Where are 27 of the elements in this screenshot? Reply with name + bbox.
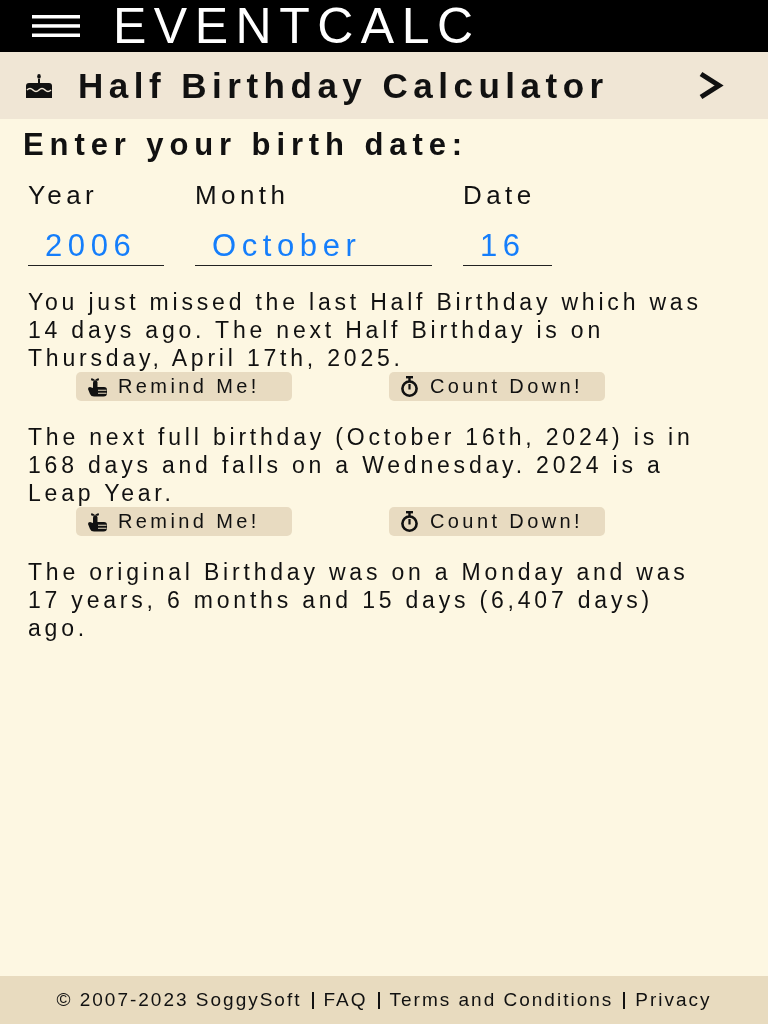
field-label: Date [463, 179, 536, 211]
footer-link[interactable]: Privacy [635, 989, 712, 1011]
footer-link[interactable]: Terms and Conditions [389, 989, 614, 1011]
remind-button[interactable]: Remind Me! [76, 507, 292, 536]
remind-button[interactable]: Remind Me! [76, 372, 292, 401]
copyright-text: © 2007-2023 SoggySoft [56, 989, 302, 1011]
input-field[interactable]: 16 [463, 226, 552, 266]
footer-link[interactable]: FAQ [323, 989, 368, 1011]
countdown-button[interactable]: Count Down! [389, 372, 605, 401]
result-text: You just missed the last Half Birthday which was 14 days ago. The next Half Birthday is on Thursday, April 17th, 2025. [28, 288, 703, 372]
stopwatch-icon [399, 376, 420, 397]
result-text: The original Birthday was on a Monday and was 17 years, 6 months and 15 days (6,407 days) ago. [28, 558, 690, 642]
chevron-right-icon[interactable] [697, 71, 724, 100]
form-heading: Enter your birth date: [23, 126, 469, 163]
field-label: Year [28, 179, 99, 211]
pointing-hand-icon [86, 511, 108, 532]
pointing-hand-icon [86, 376, 108, 397]
stopwatch-icon [399, 511, 420, 532]
menu-icon[interactable] [32, 15, 80, 37]
field-label: Month [195, 179, 290, 211]
page-title: Half Birthday Calculator [78, 65, 609, 106]
cake-icon [25, 73, 53, 98]
input-field[interactable]: 2006 [28, 226, 164, 266]
result-text: The next full birthday (October 16th, 2024) is in 168 days and falls on a Wednesday. 2024 is a Leap Year. [28, 423, 695, 507]
input-field[interactable]: October [195, 226, 432, 266]
app-title: EVENTCALC [113, 0, 481, 52]
countdown-button[interactable]: Count Down! [389, 507, 605, 536]
